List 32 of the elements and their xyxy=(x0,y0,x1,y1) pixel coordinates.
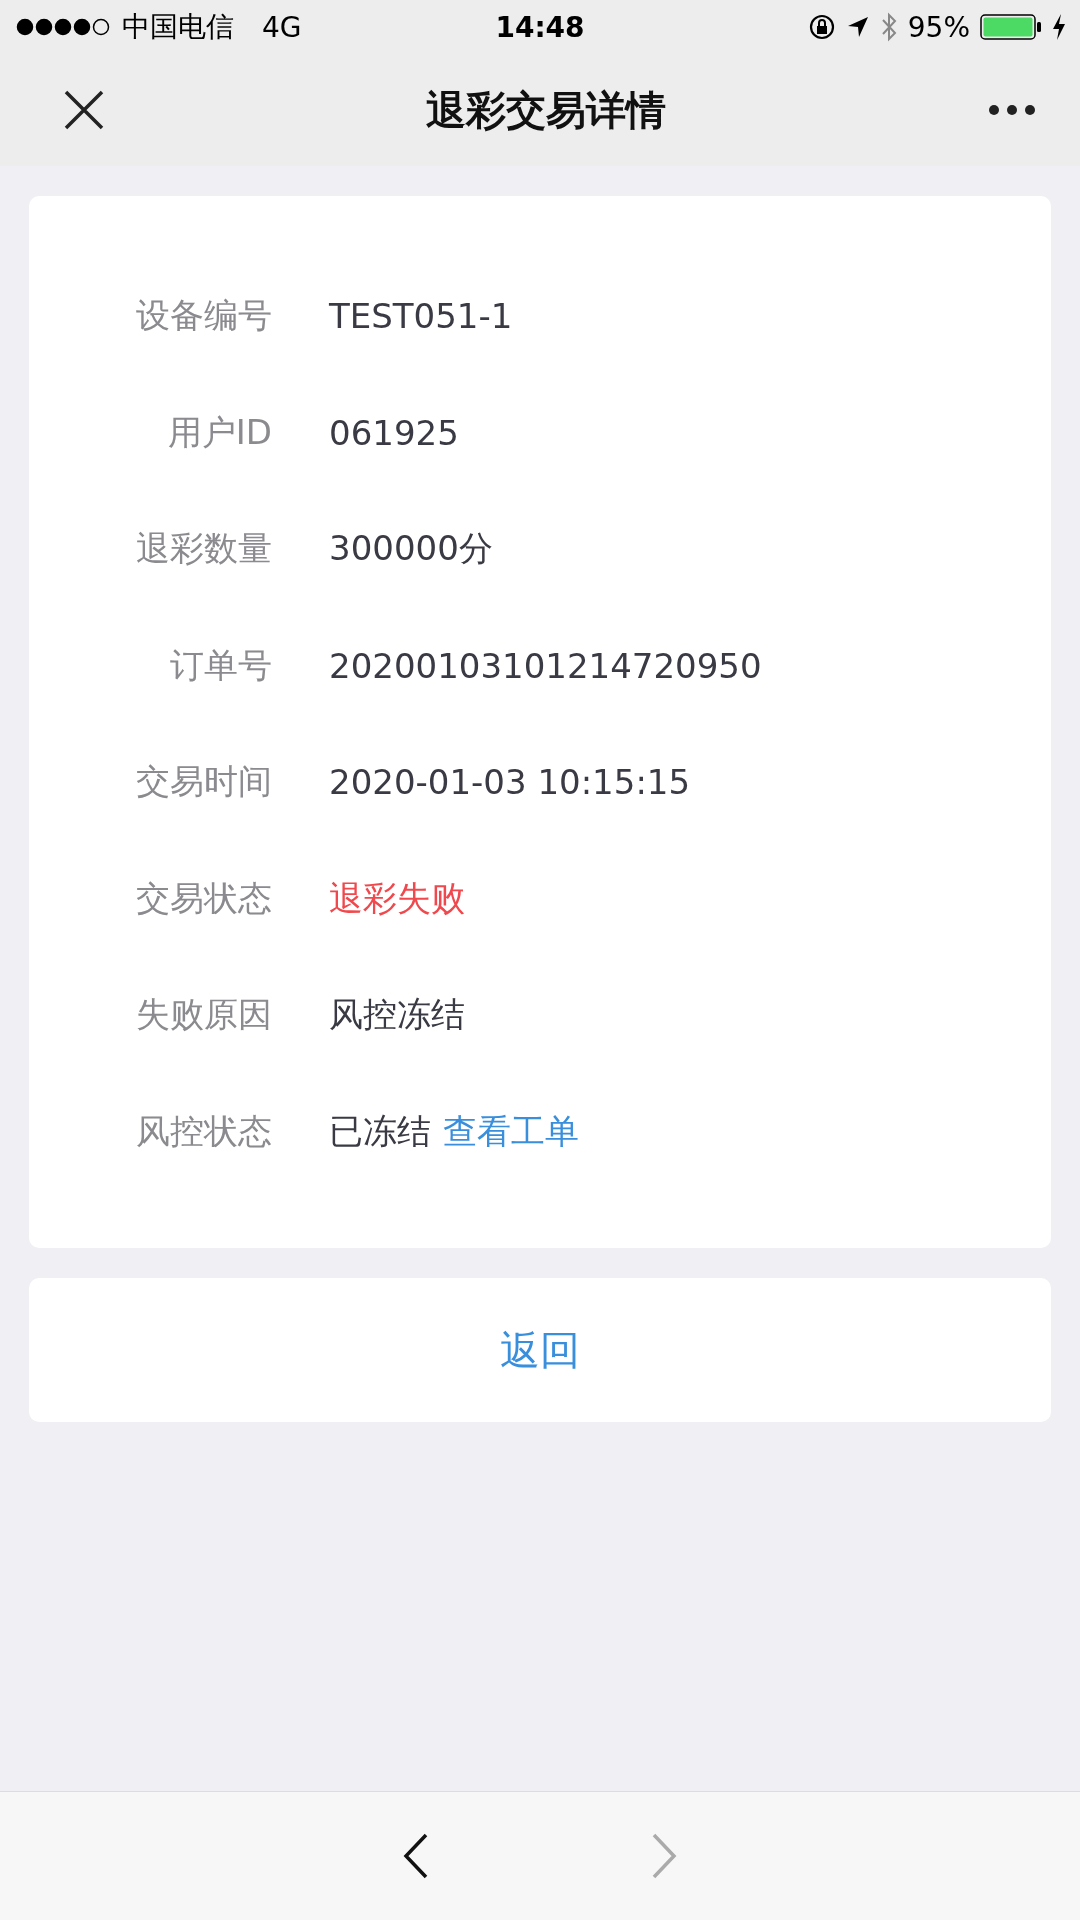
field-value: 2020-01-03 10:15:15 xyxy=(329,762,691,803)
carrier-name: 中国电信 xyxy=(122,9,234,45)
network-type: 4G xyxy=(262,10,302,44)
page-title: 退彩交易详情 xyxy=(426,85,666,135)
field-value: TEST051-1 xyxy=(329,296,513,337)
field-label: 失败原因 xyxy=(135,993,272,1037)
chevron-right-icon xyxy=(651,1833,677,1879)
charging-icon xyxy=(1052,13,1066,41)
battery-icon xyxy=(980,14,1042,40)
return-button[interactable]: 返回 xyxy=(29,1278,1051,1422)
field-value: 风控冻结 xyxy=(329,993,465,1037)
field-label: 用户ID xyxy=(166,410,272,454)
bluetooth-icon xyxy=(879,12,898,42)
field-value: 退彩失败 xyxy=(329,876,465,920)
clock-time: 14:48 xyxy=(495,10,585,44)
chevron-left-icon xyxy=(403,1833,429,1879)
signal-icon xyxy=(16,18,112,36)
field-label: 风控状态 xyxy=(135,1109,272,1153)
field-value: 已冻结 xyxy=(329,1109,431,1153)
battery-percent: 95% xyxy=(907,10,970,44)
more-icon xyxy=(988,104,1036,116)
field-label: 交易状态 xyxy=(135,876,272,920)
field-label: 订单号 xyxy=(169,643,272,687)
rotation-lock-icon xyxy=(807,13,836,41)
field-label: 设备编号 xyxy=(135,294,272,338)
view-ticket-link[interactable]: 查看工单 xyxy=(443,1108,579,1155)
field-label: 交易时间 xyxy=(135,760,272,804)
field-value: 061925 xyxy=(329,412,459,453)
close-icon xyxy=(64,90,104,130)
field-value: 20200103101214720950 xyxy=(329,645,762,686)
field-value: 300000分 xyxy=(329,527,493,571)
field-label: 退彩数量 xyxy=(135,527,272,571)
